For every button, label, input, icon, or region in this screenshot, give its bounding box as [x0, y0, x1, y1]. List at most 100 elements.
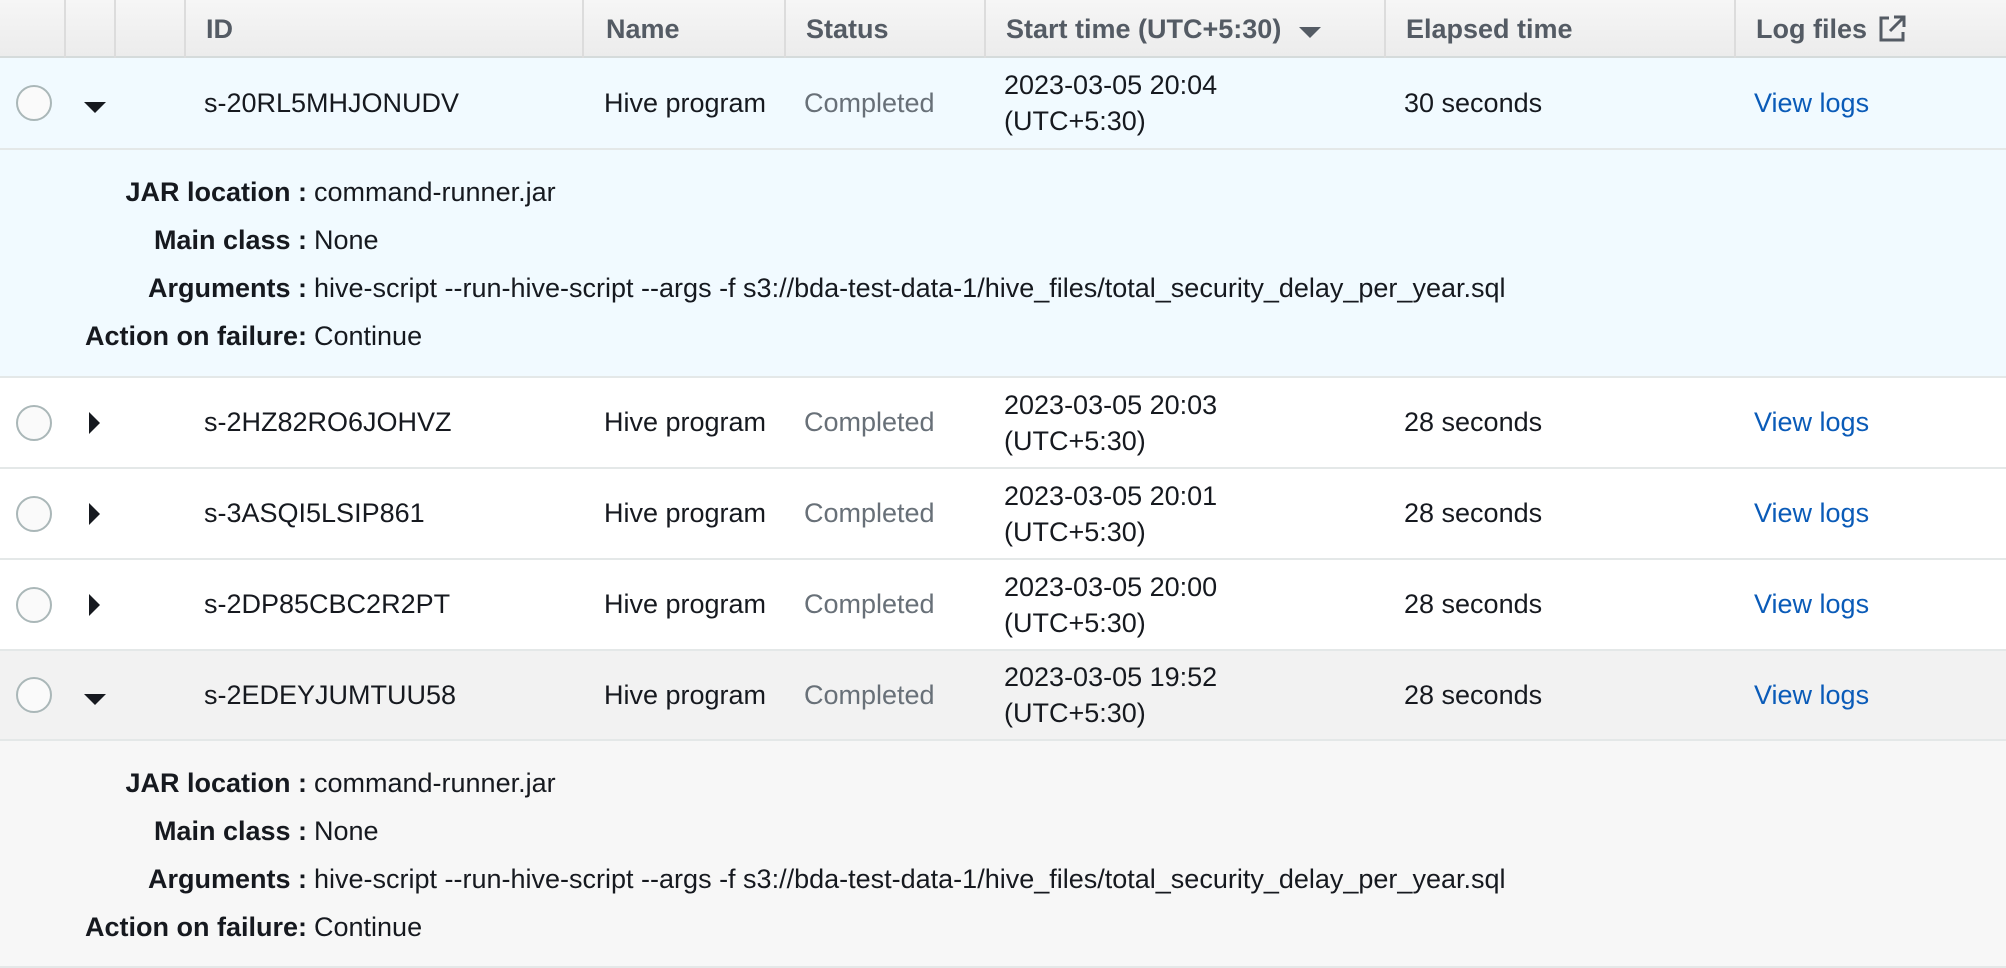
row-select-radio[interactable]: [16, 586, 52, 623]
step-elapsed: 28 seconds: [1404, 679, 1543, 710]
column-divider: [984, 0, 986, 58]
column-divider: [784, 0, 786, 58]
column-divider: [64, 0, 66, 58]
row-select-radio[interactable]: [16, 677, 52, 713]
start-date: 2023-03-05 20:00: [1004, 571, 1218, 602]
collapse-caret-icon[interactable]: [84, 694, 106, 705]
step-status: Completed: [804, 589, 935, 619]
header-status-label: Status: [806, 13, 889, 44]
detail-arguments: Arguments : hive-script --run-hive-scrip…: [0, 855, 2006, 903]
detail-action-on-failure: Action on failure: Continue: [0, 903, 2006, 951]
start-date: 2023-03-05 19:52: [1004, 662, 1218, 692]
column-divider: [582, 0, 584, 58]
start-timezone: (UTC+5:30): [1004, 607, 1146, 638]
view-logs-link[interactable]: View logs: [1754, 651, 1869, 739]
step-id: s-20RL5MHJONUDV: [204, 87, 460, 118]
step-start-time: 2023-03-05 19:52 (UTC+5:30): [1004, 651, 1217, 739]
detail-value: None: [314, 224, 379, 255]
step-details: JAR location : command-runner.jar Main c…: [0, 150, 2006, 378]
row-select-radio[interactable]: [16, 495, 52, 532]
table-row[interactable]: s-2EDEYJUMTUU58 Hive program Completed 2…: [0, 651, 2006, 741]
step-start-time: 2023-03-05 20:04 (UTC+5:30): [1004, 58, 1217, 148]
step-name: Hive program: [604, 407, 767, 437]
step-name: Hive program: [604, 679, 767, 710]
view-logs-link[interactable]: View logs: [1754, 469, 1869, 558]
step-elapsed: 28 seconds: [1404, 407, 1543, 437]
start-timezone: (UTC+5:30): [1004, 516, 1146, 547]
header-start-time-label: Start time (UTC+5:30): [1006, 13, 1282, 44]
detail-value: command-runner.jar: [314, 176, 556, 207]
step-name: Hive program: [604, 87, 767, 118]
header-id[interactable]: ID: [206, 0, 233, 58]
view-logs-link[interactable]: View logs: [1754, 560, 1869, 649]
collapse-caret-icon[interactable]: [84, 102, 106, 113]
header-start-time[interactable]: Start time (UTC+5:30): [1006, 0, 1322, 58]
detail-label: Arguments :: [147, 863, 307, 894]
step-start-time: 2023-03-05 20:01 (UTC+5:30): [1004, 469, 1217, 558]
step-id: s-2DP85CBC2R2PT: [204, 589, 451, 619]
start-timezone: (UTC+5:30): [1004, 106, 1146, 136]
header-name[interactable]: Name: [606, 0, 680, 58]
table-row[interactable]: s-2HZ82RO6JOHVZ Hive program Completed 2…: [0, 378, 2006, 469]
expand-caret-icon[interactable]: [89, 502, 100, 525]
step-elapsed: 28 seconds: [1404, 498, 1543, 528]
table-row[interactable]: s-3ASQI5LSIP861 Hive program Completed 2…: [0, 469, 2006, 560]
step-name: Hive program: [604, 589, 767, 619]
steps-table: ID Name Status Start time (UTC+5:30) Ela…: [0, 0, 2006, 968]
detail-jar: JAR location : command-runner.jar: [0, 759, 2006, 807]
step-status: Completed: [804, 87, 935, 118]
detail-label: Main class :: [153, 224, 307, 255]
detail-value: Continue: [314, 911, 423, 942]
step-details: JAR location : command-runner.jar Main c…: [0, 741, 2006, 968]
detail-label: Main class :: [153, 815, 307, 846]
header-elapsed[interactable]: Elapsed time: [1406, 0, 1573, 58]
header-log-files[interactable]: Log files: [1756, 0, 1907, 58]
column-divider: [1384, 0, 1386, 58]
detail-value: command-runner.jar: [314, 767, 556, 798]
sort-descending-icon[interactable]: [1299, 26, 1322, 38]
header-id-label: ID: [206, 13, 233, 44]
header-status[interactable]: Status: [806, 0, 889, 58]
step-status: Completed: [804, 679, 935, 710]
column-divider: [1734, 0, 1736, 58]
start-timezone: (UTC+5:30): [1004, 698, 1146, 728]
column-divider: [114, 0, 116, 58]
external-link-icon[interactable]: [1877, 14, 1907, 44]
step-start-time: 2023-03-05 20:03 (UTC+5:30): [1004, 378, 1217, 467]
detail-label: Action on failure:: [85, 911, 307, 942]
start-date: 2023-03-05 20:01: [1004, 480, 1218, 511]
view-logs-link[interactable]: View logs: [1754, 58, 1869, 148]
detail-value: None: [314, 815, 379, 846]
expand-caret-icon[interactable]: [89, 593, 100, 616]
detail-label: JAR location :: [125, 176, 307, 207]
detail-arguments: Arguments : hive-script --run-hive-scrip…: [0, 264, 2006, 312]
step-id: s-2HZ82RO6JOHVZ: [204, 407, 452, 437]
header-elapsed-label: Elapsed time: [1406, 13, 1573, 44]
table-row[interactable]: s-20RL5MHJONUDV Hive program Completed 2…: [0, 58, 2006, 150]
table-row[interactable]: s-2DP85CBC2R2PT Hive program Completed 2…: [0, 560, 2006, 651]
row-select-radio[interactable]: [16, 404, 52, 441]
step-start-time: 2023-03-05 20:00 (UTC+5:30): [1004, 560, 1217, 649]
step-id: s-3ASQI5LSIP861: [204, 498, 425, 528]
step-elapsed: 28 seconds: [1404, 589, 1543, 619]
table-header: ID Name Status Start time (UTC+5:30) Ela…: [0, 0, 2006, 58]
detail-main-class: Main class : None: [0, 216, 2006, 264]
detail-value: hive-script --run-hive-script --args -f …: [314, 863, 1506, 894]
step-status: Completed: [804, 498, 935, 528]
start-timezone: (UTC+5:30): [1004, 425, 1146, 456]
step-name: Hive program: [604, 498, 767, 528]
expand-caret-icon[interactable]: [89, 411, 100, 434]
detail-label: Action on failure:: [85, 320, 307, 351]
detail-main-class: Main class : None: [0, 807, 2006, 855]
detail-value: hive-script --run-hive-script --args -f …: [314, 272, 1506, 303]
header-name-label: Name: [606, 13, 680, 44]
row-select-radio[interactable]: [16, 85, 52, 121]
detail-label: Arguments :: [147, 272, 307, 303]
start-date: 2023-03-05 20:04: [1004, 70, 1218, 100]
start-date: 2023-03-05 20:03: [1004, 389, 1218, 420]
step-id: s-2EDEYJUMTUU58: [204, 679, 457, 710]
detail-label: JAR location :: [125, 767, 307, 798]
detail-value: Continue: [314, 320, 423, 351]
detail-action-on-failure: Action on failure: Continue: [0, 312, 2006, 360]
view-logs-link[interactable]: View logs: [1754, 378, 1869, 467]
